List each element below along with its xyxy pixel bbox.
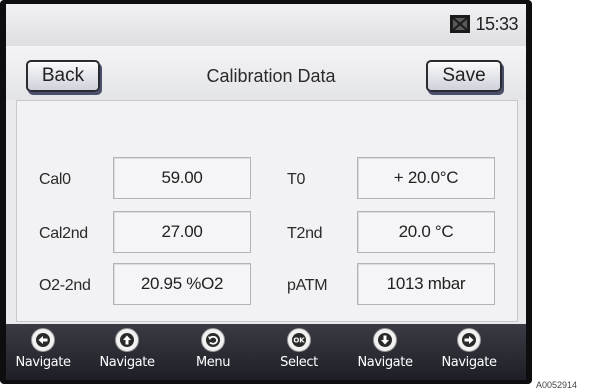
title-bar: Back Calibration Data Save: [6, 46, 526, 100]
arrow-up-icon: [115, 328, 139, 352]
ok-icon: OK: [287, 328, 311, 352]
nav-right-button[interactable]: Navigate: [434, 328, 504, 378]
cal0-value[interactable]: 59.00: [113, 157, 251, 199]
bottom-nav-bar: Navigate Navigate Menu OK Select Navigat…: [6, 324, 526, 380]
cal2nd-value[interactable]: 27.00: [113, 211, 251, 253]
nav-menu-button[interactable]: Menu: [178, 328, 248, 378]
save-button-label: Save: [442, 65, 486, 86]
status-indicators: 15:33: [449, 12, 518, 36]
nav-left-button[interactable]: Navigate: [8, 328, 78, 378]
page-title: Calibration Data: [206, 66, 336, 86]
device-screen: 15:33 Back Calibration Data Save Cal0 59…: [6, 4, 526, 380]
nav-up-label: Navigate: [99, 355, 155, 370]
nav-right-label: Navigate: [441, 355, 497, 370]
t2nd-label: T2nd: [287, 225, 323, 242]
t0-label: T0: [287, 171, 306, 188]
back-button[interactable]: Back: [26, 60, 100, 92]
o2-2nd-label: O2-2nd: [39, 277, 91, 294]
arrow-right-icon: [457, 328, 481, 352]
figure-code: A0052914: [536, 380, 578, 390]
device-frame: 15:33 Back Calibration Data Save Cal0 59…: [0, 0, 532, 384]
t0-value[interactable]: + 20.0°C: [357, 157, 495, 199]
cal0-label: Cal0: [39, 171, 71, 188]
calibration-panel: Cal0 59.00 Cal2nd 27.00 O2-2nd 20.95 %O2…: [16, 100, 518, 322]
nav-left-label: Navigate: [15, 355, 71, 370]
cal2nd-label: Cal2nd: [39, 225, 88, 242]
back-circle-icon: [201, 328, 225, 352]
back-button-label: Back: [41, 65, 85, 86]
clock-time: 15:33: [475, 13, 518, 34]
o2-2nd-value[interactable]: 20.95 %O2: [113, 263, 251, 305]
status-bar: 15:33: [6, 4, 526, 47]
svg-text:OK: OK: [293, 337, 305, 345]
save-button[interactable]: Save: [426, 60, 502, 92]
nav-select-button[interactable]: OK Select: [264, 328, 334, 378]
arrow-down-icon: [373, 328, 397, 352]
nav-select-label: Select: [280, 355, 318, 370]
nav-down-button[interactable]: Navigate: [350, 328, 420, 378]
nav-menu-label: Menu: [195, 355, 231, 370]
nav-up-button[interactable]: Navigate: [92, 328, 162, 378]
arrow-left-icon: [31, 328, 55, 352]
sd-card-icon: [449, 14, 471, 34]
nav-down-label: Navigate: [357, 355, 413, 370]
t2nd-value[interactable]: 20.0 °C: [357, 211, 495, 253]
patm-label: pATM: [287, 277, 328, 294]
patm-value[interactable]: 1013 mbar: [357, 263, 495, 305]
